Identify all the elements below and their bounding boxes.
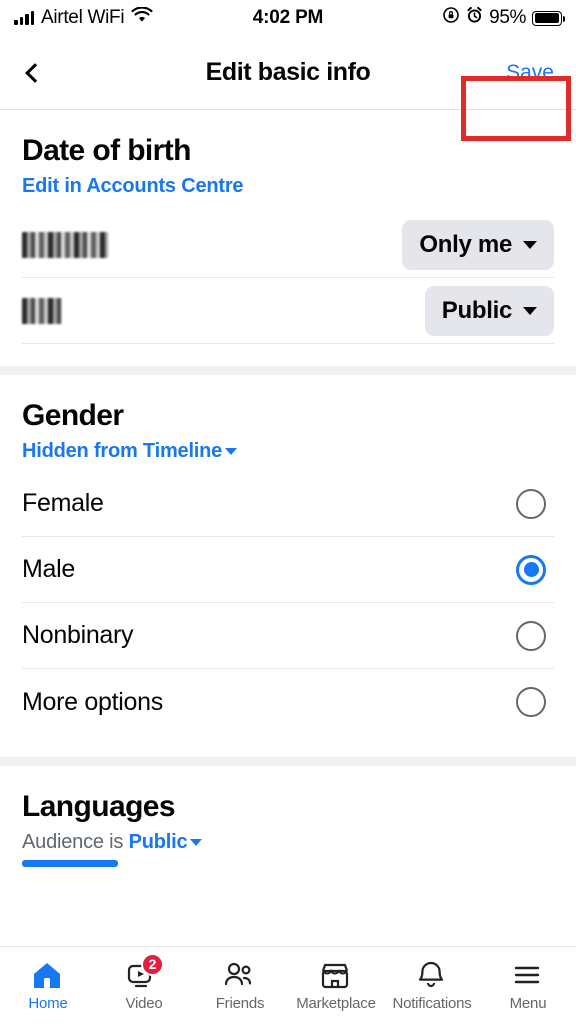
birth-year-audience-dropdown[interactable]: Public bbox=[424, 285, 554, 336]
section-divider bbox=[0, 366, 576, 375]
language-chip-partial[interactable] bbox=[22, 854, 554, 872]
languages-audience-prefix: Audience is bbox=[22, 831, 129, 853]
bottom-navigation-bar: Home 2 Video Friends Marketplace Notific… bbox=[0, 946, 576, 1024]
gender-option-label: More options bbox=[22, 687, 163, 716]
chevron-down-icon bbox=[523, 306, 537, 315]
radio-male[interactable] bbox=[516, 554, 546, 585]
gender-option-label: Female bbox=[22, 489, 104, 517]
nav-item-menu[interactable]: Menu bbox=[480, 947, 576, 1024]
gender-option-male[interactable]: Male bbox=[22, 537, 554, 603]
app-screen: Airtel WiFi 4:02 PM 95% Edit basic info … bbox=[0, 0, 576, 1024]
date-of-birth-title: Date of birth bbox=[22, 134, 191, 167]
page-title: Edit basic info bbox=[205, 58, 371, 86]
nav-label: Video bbox=[125, 994, 163, 1012]
birth-date-value-redacted bbox=[22, 231, 108, 258]
birth-year-value-redacted bbox=[22, 297, 62, 324]
save-button[interactable]: Save bbox=[506, 61, 554, 85]
notifications-bell-icon bbox=[414, 960, 450, 990]
birth-date-audience-label: Only me bbox=[419, 230, 512, 258]
home-icon bbox=[30, 960, 66, 990]
chevron-left-icon bbox=[24, 62, 45, 83]
chevron-down-icon bbox=[225, 448, 238, 455]
gender-title: Gender bbox=[22, 399, 124, 432]
nav-label: Notifications bbox=[392, 994, 472, 1012]
nav-item-home[interactable]: Home bbox=[0, 947, 96, 1024]
alarm-clock-icon bbox=[466, 6, 483, 30]
chevron-down-icon bbox=[190, 839, 203, 846]
radio-more-options[interactable] bbox=[516, 687, 546, 717]
section-gender: Gender Hidden from Timeline Female Male … bbox=[0, 375, 576, 757]
nav-item-notifications[interactable]: Notifications bbox=[384, 947, 480, 1024]
gender-option-more[interactable]: More options bbox=[22, 669, 554, 735]
hamburger-menu-icon bbox=[510, 960, 546, 990]
chevron-down-icon bbox=[523, 240, 537, 249]
language-chip[interactable] bbox=[22, 860, 118, 867]
date-of-birth-year-row: Public bbox=[22, 278, 554, 344]
nav-item-friends[interactable]: Friends bbox=[192, 947, 288, 1024]
nav-label: Home bbox=[28, 994, 68, 1012]
scroll-content[interactable]: Date of birth Edit in Accounts Centre On… bbox=[0, 110, 576, 946]
birth-year-audience-label: Public bbox=[441, 296, 513, 324]
status-bar-right: 95% bbox=[442, 6, 565, 30]
nav-item-video[interactable]: 2 Video bbox=[96, 947, 192, 1024]
section-date-of-birth: Date of birth Edit in Accounts Centre On… bbox=[0, 110, 576, 366]
nav-label: Friends bbox=[215, 994, 265, 1012]
back-button[interactable] bbox=[0, 36, 64, 110]
nav-label: Marketplace bbox=[296, 994, 376, 1012]
gender-audience-label: Hidden from Timeline bbox=[22, 440, 223, 462]
battery-percent-label: 95% bbox=[489, 7, 526, 28]
gender-option-label: Nonbinary bbox=[22, 621, 134, 649]
languages-title: Languages bbox=[22, 790, 176, 823]
gender-option-nonbinary[interactable]: Nonbinary bbox=[22, 603, 554, 669]
gender-option-female[interactable]: Female bbox=[22, 471, 554, 537]
nav-label: Menu bbox=[509, 994, 547, 1012]
rotation-lock-icon bbox=[442, 6, 460, 30]
gender-audience-dropdown[interactable]: Hidden from Timeline bbox=[22, 440, 238, 463]
radio-female[interactable] bbox=[516, 488, 546, 519]
battery-icon bbox=[532, 10, 565, 26]
edit-in-accounts-centre-link[interactable]: Edit in Accounts Centre bbox=[22, 175, 244, 198]
date-of-birth-day-row: Only me bbox=[22, 212, 554, 278]
status-bar: Airtel WiFi 4:02 PM 95% bbox=[0, 0, 576, 36]
friends-icon bbox=[222, 960, 258, 990]
section-divider bbox=[0, 757, 576, 766]
languages-audience-row[interactable]: Audience is Public bbox=[22, 831, 554, 854]
video-icon: 2 bbox=[126, 952, 164, 990]
page-header: Edit basic info Save bbox=[0, 36, 576, 141]
gender-option-label: Male bbox=[22, 555, 75, 583]
marketplace-icon bbox=[318, 960, 354, 990]
languages-audience-value: Public bbox=[128, 831, 188, 853]
section-languages: Languages Audience is Public bbox=[0, 766, 576, 872]
birth-date-audience-dropdown[interactable]: Only me bbox=[402, 219, 554, 270]
video-badge: 2 bbox=[141, 952, 164, 976]
radio-nonbinary[interactable] bbox=[516, 620, 546, 651]
nav-item-marketplace[interactable]: Marketplace bbox=[288, 947, 384, 1024]
